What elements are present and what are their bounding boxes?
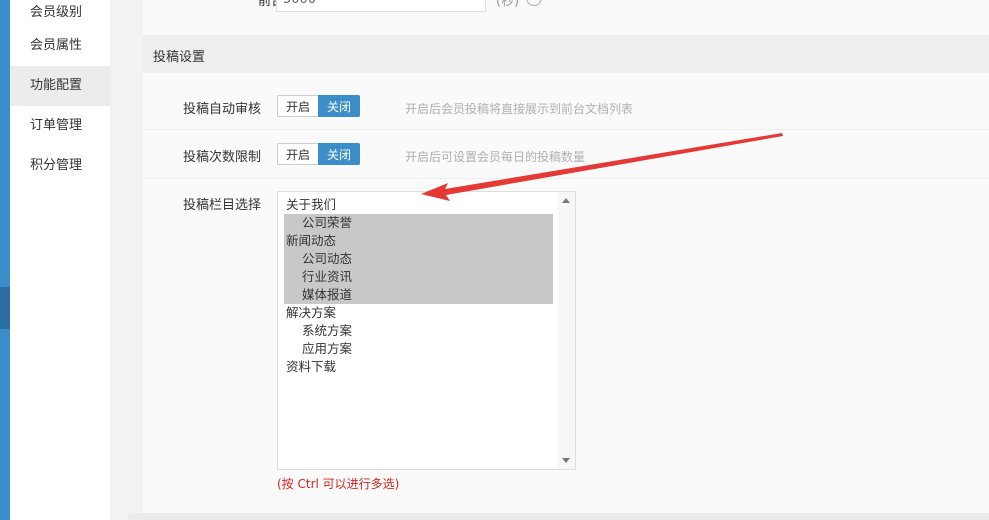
auto-review-close-button[interactable]: 关闭 bbox=[318, 95, 361, 117]
count-limit-hint: 开启后可设置会员每日的投稿数量 bbox=[405, 150, 586, 164]
column-option[interactable]: 关于我们 bbox=[284, 196, 553, 214]
auto-review-hint: 开启后会员投稿将直接展示到前台文档列表 bbox=[405, 102, 634, 116]
scroll-up-icon[interactable] bbox=[562, 198, 570, 203]
column-option[interactable]: 资料下载 bbox=[284, 358, 553, 376]
count-limit-close-button[interactable]: 关闭 bbox=[318, 143, 361, 165]
left-nav-strip-active bbox=[0, 287, 10, 329]
count-limit-label: 投稿次数限制 bbox=[182, 150, 261, 165]
scroll-down-icon[interactable] bbox=[562, 458, 570, 463]
column-option[interactable]: 公司荣誉 bbox=[284, 214, 553, 232]
sidebar-item-order-management[interactable]: 订单管理 bbox=[10, 106, 110, 146]
listbox-scrollbar[interactable] bbox=[558, 192, 575, 469]
count-limit-row: 投稿次数限制 开启 关闭 开启后可设置会员每日的投稿数量 bbox=[143, 129, 989, 179]
bottom-band bbox=[128, 513, 989, 520]
column-option[interactable]: 媒体报道 bbox=[284, 286, 553, 304]
column-options: 关于我们 公司荣誉 新闻动态 公司动态 行业资讯 媒体报道 解决方案 系统方案 应用方案 资料下载 bbox=[284, 196, 553, 376]
sidebar-item-function-config[interactable]: 功能配置 bbox=[10, 66, 110, 106]
column-option[interactable]: 系统方案 bbox=[284, 322, 553, 340]
auto-review-open-button[interactable]: 开启 bbox=[277, 95, 319, 117]
count-limit-toggle: 开启 关闭 bbox=[277, 143, 361, 165]
count-limit-open-button[interactable]: 开启 bbox=[277, 143, 319, 165]
settings-panel: 前台上传总限制 5000 (秒) ? 投稿设置 投稿自动审核 开启 关闭 开启后… bbox=[143, 0, 989, 513]
sidebar-item-points-management[interactable]: 积分管理 bbox=[10, 146, 110, 186]
column-multiselect[interactable]: 关于我们 公司荣誉 新闻动态 公司动态 行业资讯 媒体报道 解决方案 系统方案 应用方案 资料下载 bbox=[277, 191, 576, 470]
sidebar: 会员级别 会员属性 功能配置 订单管理 积分管理 bbox=[10, 0, 110, 520]
column-select-label: 投稿栏目选择 bbox=[182, 198, 261, 213]
help-icon[interactable]: ? bbox=[526, 0, 542, 6]
column-option[interactable]: 行业资讯 bbox=[284, 268, 553, 286]
auto-review-label: 投稿自动审核 bbox=[182, 102, 261, 117]
column-option[interactable]: 新闻动态 bbox=[284, 232, 553, 250]
sidebar-item-member-attributes[interactable]: 会员属性 bbox=[10, 26, 110, 66]
section-header: 投稿设置 bbox=[143, 35, 989, 73]
auto-review-row: 投稿自动审核 开启 关闭 开启后会员投稿将直接展示到前台文档列表 bbox=[143, 73, 989, 130]
section-title: 投稿设置 bbox=[153, 50, 206, 65]
left-nav-strip bbox=[0, 0, 10, 520]
auto-review-toggle: 开启 关闭 bbox=[277, 95, 361, 117]
main-content: 前台上传总限制 5000 (秒) ? 投稿设置 投稿自动审核 开启 关闭 开启后… bbox=[128, 0, 989, 520]
upload-limit-row: 前台上传总限制 5000 (秒) ? bbox=[143, 0, 989, 24]
column-option[interactable]: 解决方案 bbox=[284, 304, 553, 322]
sidebar-item-member-level[interactable]: 会员级别 bbox=[10, 0, 110, 26]
column-option[interactable]: 应用方案 bbox=[284, 340, 553, 358]
column-option[interactable]: 公司动态 bbox=[284, 250, 553, 268]
upload-limit-input[interactable]: 5000 bbox=[276, 0, 486, 12]
multiselect-note: (按 Ctrl 可以进行多选) bbox=[277, 477, 400, 491]
upload-limit-unit: (秒) bbox=[496, 0, 520, 9]
